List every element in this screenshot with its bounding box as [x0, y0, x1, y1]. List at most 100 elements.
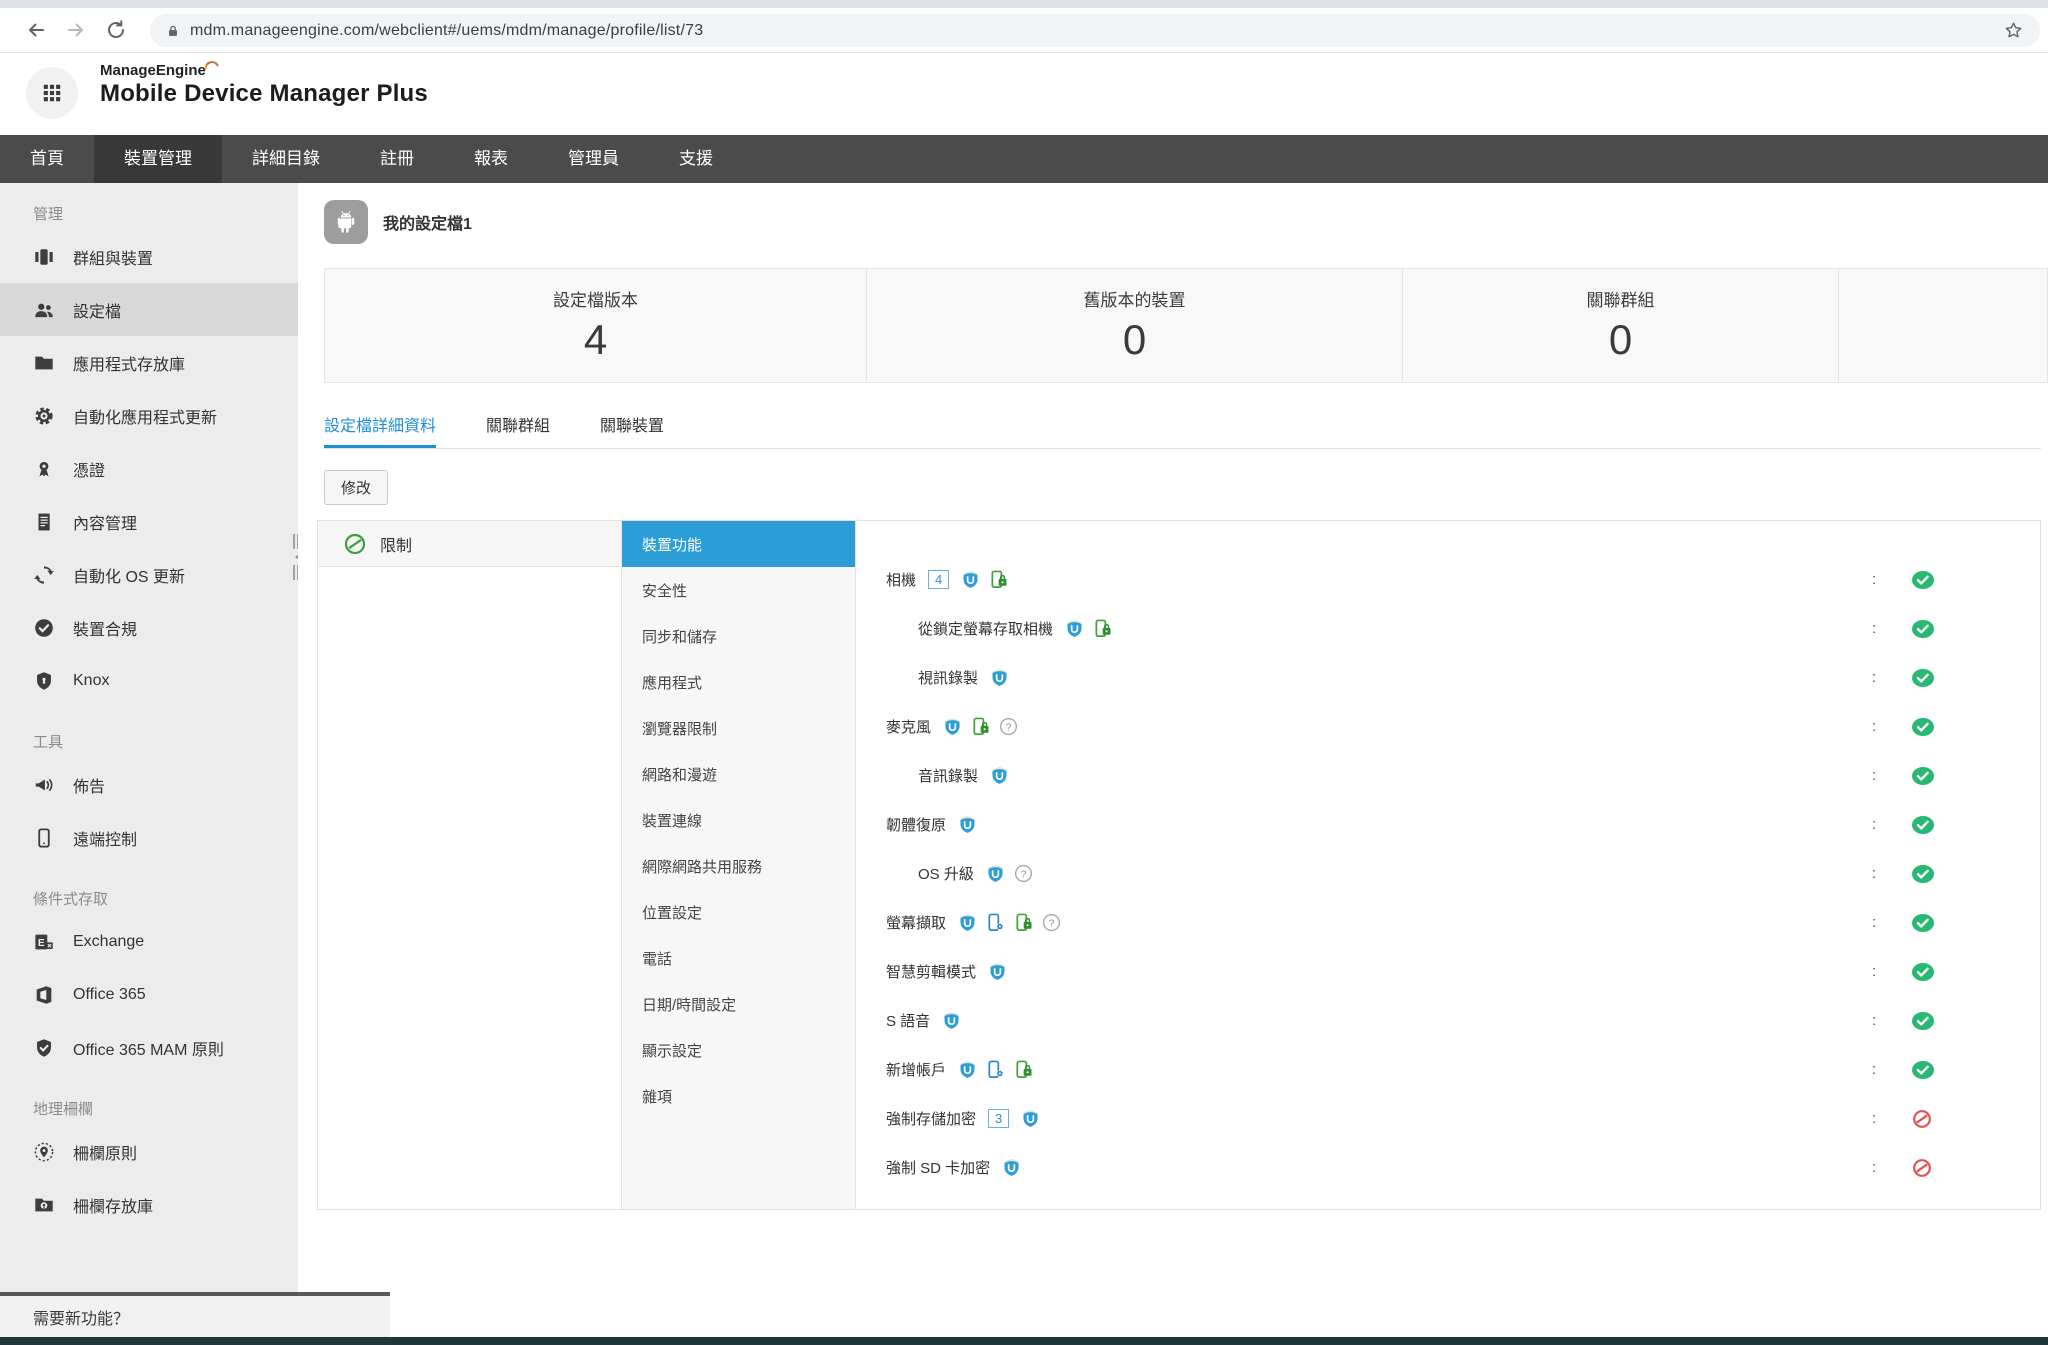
status-allowed-badge	[1911, 570, 1935, 590]
sidebar-item-1-0[interactable]: 佈告	[0, 758, 298, 811]
colon-separator: :	[1872, 816, 1876, 833]
category-item-9[interactable]: 電話	[622, 935, 855, 981]
sidebar-item-0-5[interactable]: 內容管理	[0, 495, 298, 548]
sidebar-item-label: 佈告	[73, 773, 105, 797]
category-item-0[interactable]: 裝置功能	[622, 521, 855, 567]
tab-0[interactable]: 設定檔詳細資料	[324, 407, 436, 448]
nav-tab-2[interactable]: 詳細目錄	[222, 135, 350, 183]
detail-tabs: 設定檔詳細資料 關聯群組 關聯裝置	[324, 407, 2041, 449]
gear-icon	[33, 405, 55, 427]
knox-icon	[1002, 1158, 1021, 1177]
browser-reload-icon[interactable]	[104, 18, 128, 42]
sync-icon	[33, 564, 55, 586]
svg-text:?: ?	[1006, 722, 1012, 733]
category-item-6[interactable]: 裝置連線	[622, 797, 855, 843]
sidebar-item-0-1[interactable]: 設定檔	[0, 283, 298, 336]
sidebar-item-0-7[interactable]: 裝置合規	[0, 601, 298, 654]
category-item-12[interactable]: 雜項	[622, 1073, 855, 1119]
category-item-11[interactable]: 顯示設定	[622, 1027, 855, 1073]
colon-separator: :	[1872, 914, 1876, 931]
block-icon	[344, 533, 366, 555]
sidebar-item-1-1[interactable]: 遠端控制	[0, 811, 298, 864]
sidebar-item-label: 遠端控制	[73, 826, 137, 850]
knox-icon	[990, 766, 1009, 785]
product-logo[interactable]: ManageEngine Mobile Device Manager Plus	[100, 62, 428, 108]
address-bar[interactable]: mdm.manageengine.com/webclient#/uems/mdm…	[150, 14, 2040, 47]
sidebar-item-0-0[interactable]: 群組與裝置	[0, 230, 298, 283]
devices-icon	[33, 246, 55, 268]
url-text[interactable]: mdm.manageengine.com/webclient#/uems/mdm…	[190, 22, 1993, 40]
smartphone-icon	[33, 827, 55, 849]
knox-icon	[1021, 1109, 1040, 1128]
category-item-5[interactable]: 網路和漫遊	[622, 751, 855, 797]
help-icon[interactable]: ?	[1014, 864, 1033, 883]
policy-list-column: 限制	[318, 521, 621, 1209]
check-circle-icon	[33, 617, 55, 639]
category-item-7[interactable]: 網際網路共用服務	[622, 843, 855, 889]
stat-label: 舊版本的裝置	[1084, 286, 1186, 311]
sidebar-item-0-4[interactable]: 憑證	[0, 442, 298, 495]
colon-separator: :	[1872, 571, 1876, 588]
bookmark-star-icon[interactable]	[2003, 20, 2024, 41]
sidebar-item-3-1[interactable]: 柵欄存放庫	[0, 1178, 298, 1231]
modify-button[interactable]: 修改	[324, 470, 388, 505]
sidebar-item-label: 自動化應用程式更新	[73, 404, 217, 428]
sidebar-item-label: 柵欄原則	[73, 1140, 137, 1164]
sidebar-item-2-2[interactable]: Office 365 MAM 原則	[0, 1021, 298, 1074]
sidebar-item-2-1[interactable]: Office 365	[0, 968, 298, 1021]
tab-2[interactable]: 關聯裝置	[600, 407, 664, 448]
status-allowed-icon	[1911, 962, 1935, 982]
category-item-3[interactable]: 應用程式	[622, 659, 855, 705]
browser-back-icon[interactable]	[24, 18, 48, 42]
sidebar-item-3-0[interactable]: 柵欄原則	[0, 1125, 298, 1178]
category-item-2[interactable]: 同步和儲存	[622, 613, 855, 659]
status-allowed-icon	[1911, 668, 1935, 688]
apps-grid-button[interactable]	[26, 67, 78, 119]
nav-tab-6[interactable]: 支援	[649, 135, 743, 183]
nav-tab-1[interactable]: 裝置管理	[94, 135, 222, 183]
office-icon	[33, 984, 55, 1006]
knox-icon	[958, 815, 977, 834]
colon-separator: :	[1872, 865, 1876, 882]
policy-item-restrictions[interactable]: 限制	[318, 521, 621, 567]
category-item-4[interactable]: 瀏覽器限制	[622, 705, 855, 751]
category-item-1[interactable]: 安全性	[622, 567, 855, 613]
tab-1[interactable]: 關聯群組	[486, 407, 550, 448]
status-allowed-icon	[1911, 1060, 1935, 1080]
category-item-8[interactable]: 位置設定	[622, 889, 855, 935]
setting-icons	[990, 766, 1009, 785]
help-icon[interactable]: ?	[1042, 913, 1061, 932]
sidebar-item-0-3[interactable]: 自動化應用程式更新	[0, 389, 298, 442]
sidebar-item-0-8[interactable]: Knox	[0, 654, 298, 707]
setting-icons	[958, 815, 977, 834]
browser-forward-icon[interactable]	[64, 18, 88, 42]
knox-icon	[958, 913, 977, 932]
users-icon	[33, 299, 55, 321]
help-icon[interactable]: ?	[999, 717, 1018, 736]
setting-row-3: 麥克風?:	[856, 702, 2040, 751]
sidebar-section-title: 地理柵欄	[33, 1098, 298, 1119]
setting-icons	[1002, 1158, 1021, 1177]
nav-tab-5[interactable]: 管理員	[538, 135, 649, 183]
setting-icons	[1065, 619, 1112, 638]
app-header: ManageEngine Mobile Device Manager Plus	[0, 53, 2048, 135]
sidebar-nav: 管理群組與裝置設定檔應用程式存放庫自動化應用程式更新憑證內容管理自動化 OS 更…	[0, 183, 298, 1292]
knox-icon	[958, 1060, 977, 1079]
nav-tab-4[interactable]: 報表	[444, 135, 538, 183]
main-content: 我的設定檔1 設定檔版本4舊版本的裝置0關聯群組0 設定檔詳細資料關聯群組關聯裝…	[298, 183, 2048, 1345]
need-new-features-link[interactable]: 需要新功能？	[0, 1292, 390, 1337]
sidebar-item-label: 裝置合規	[73, 616, 137, 640]
sidebar-item-2-0[interactable]: EExchange	[0, 915, 298, 968]
setting-icons	[961, 570, 1008, 589]
nav-tab-0[interactable]: 首頁	[0, 135, 94, 183]
sidebar-item-0-6[interactable]: 自動化 OS 更新	[0, 548, 298, 601]
category-item-10[interactable]: 日期/時間設定	[622, 981, 855, 1027]
nav-tab-3[interactable]: 註冊	[350, 135, 444, 183]
sidebar-item-label: Office 365	[73, 986, 146, 1004]
sidebar-item-label: 群組與裝置	[73, 245, 153, 269]
setting-row-7: 螢幕擷取?:	[856, 898, 2040, 947]
phone-lock-icon	[1014, 913, 1033, 932]
setting-row-2: 視訊錄製:	[856, 653, 2040, 702]
sidebar-item-label: Office 365 MAM 原則	[73, 1036, 224, 1060]
sidebar-item-0-2[interactable]: 應用程式存放庫	[0, 336, 298, 389]
